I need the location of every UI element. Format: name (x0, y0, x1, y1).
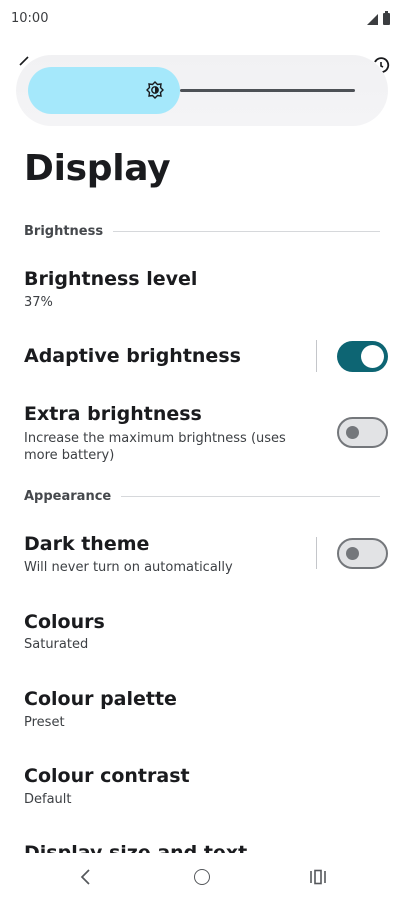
status-bar: 10:00 (0, 0, 404, 38)
section-header-brightness: Brightness (24, 224, 380, 239)
back-icon[interactable] (78, 868, 92, 886)
pref-title: Dark theme (24, 533, 150, 555)
pref-summary: Preset (24, 715, 65, 730)
pref-title: Adaptive brightness (24, 345, 241, 367)
section-divider (113, 231, 380, 232)
signal-icon (367, 14, 378, 25)
pref-divider (316, 537, 317, 569)
status-time: 10:00 (11, 11, 49, 26)
section-header-label: Brightness (24, 224, 104, 239)
pref-title: Colour palette (24, 688, 177, 710)
pref-summary: Default (24, 792, 72, 807)
pref-summary: Will never turn on automatically (24, 560, 233, 575)
pref-title: Colours (24, 611, 105, 633)
adaptive-brightness-switch[interactable] (337, 341, 388, 372)
brightness-icon (146, 81, 164, 99)
pref-summary: Increase the maximum brightness (uses mo… (24, 431, 286, 463)
extra-brightness-switch[interactable] (337, 417, 388, 448)
pref-summary: Saturated (24, 637, 89, 652)
section-header-appearance: Appearance (24, 489, 380, 504)
pref-title: Brightness level (24, 268, 198, 290)
status-icons (367, 11, 390, 25)
navigation-bar (0, 853, 404, 900)
settings-screen: 10:00 Display Brightness Brightness leve… (0, 0, 404, 900)
section-header-label: Appearance (24, 489, 112, 504)
section-divider (121, 496, 380, 497)
dark-theme-switch[interactable] (337, 538, 388, 569)
battery-icon (383, 11, 390, 25)
brightness-slider-track[interactable] (180, 89, 355, 92)
switch-thumb (346, 547, 359, 560)
page-title: Display (24, 148, 171, 189)
switch-thumb (346, 426, 359, 439)
home-icon[interactable] (194, 869, 210, 885)
pref-title: Colour contrast (24, 765, 190, 787)
switch-thumb (361, 345, 384, 368)
pref-title: Extra brightness (24, 403, 202, 425)
pref-divider (316, 340, 317, 372)
pref-summary: 37% (24, 295, 53, 310)
recents-icon[interactable] (309, 869, 327, 885)
